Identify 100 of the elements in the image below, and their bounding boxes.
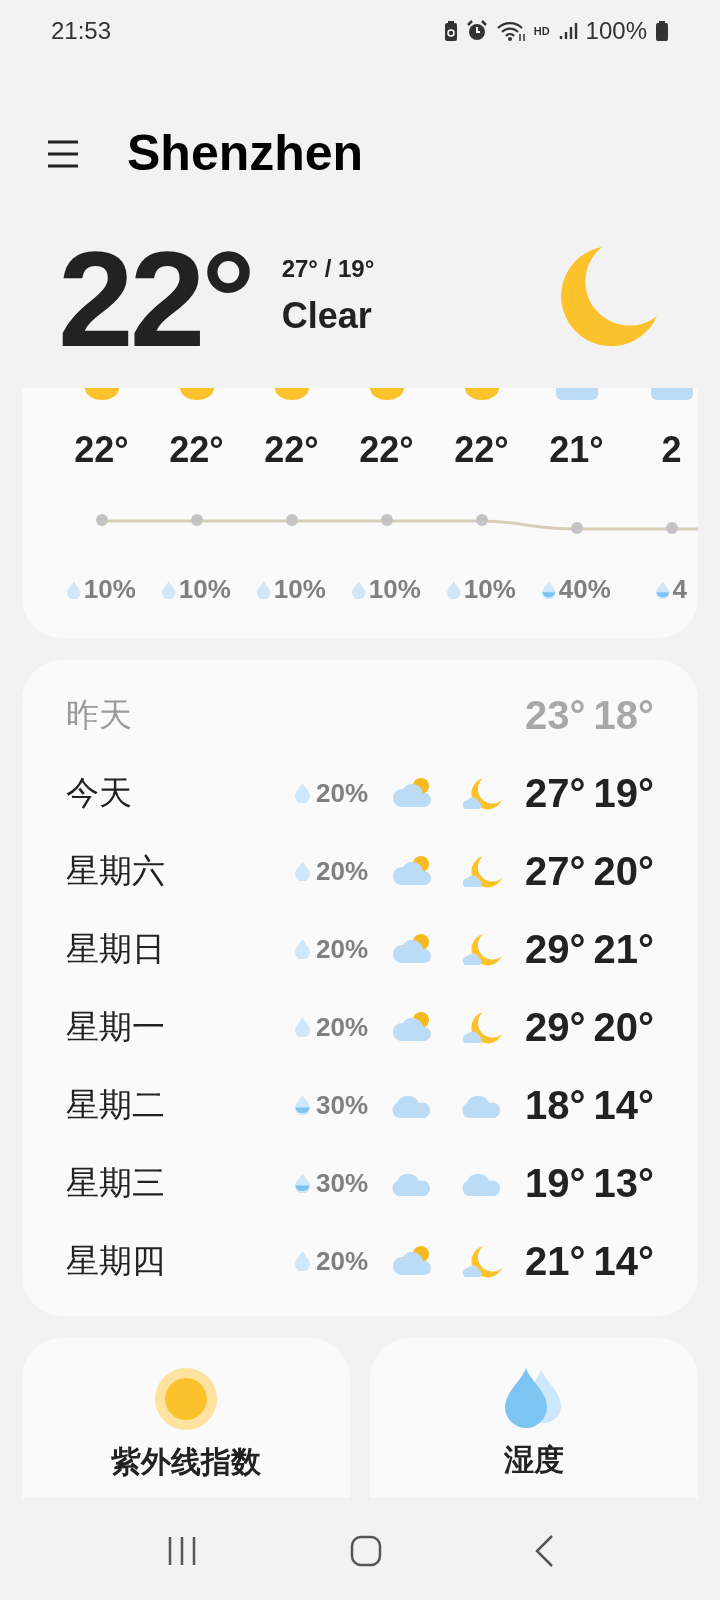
daily-precipitation: 20% [316, 776, 370, 810]
daily-precipitation: 30% [316, 1088, 370, 1122]
daily-precipitation: 30% [316, 1166, 370, 1200]
moon-cloud-icon [461, 932, 503, 966]
daily-precipitation: 20% [316, 854, 370, 888]
high-temperature: 18° [525, 1082, 586, 1129]
hourly-precipitation: 10% [463, 573, 516, 606]
alarm-icon [465, 20, 488, 42]
day-label: 星期二 [66, 1085, 165, 1126]
hourly-temperature: 2 [661, 430, 682, 470]
condition-text: Clear [281, 294, 373, 338]
hourly-temperature: 22° [169, 430, 224, 470]
sun-icon [464, 388, 499, 400]
raindrop-icon [295, 1173, 310, 1193]
temperature-point-icon [475, 514, 488, 526]
menu-icon[interactable] [47, 138, 79, 169]
raindrop-icon [295, 1251, 310, 1271]
detail-label: 紫外线指数 [111, 1444, 261, 1480]
raindrop-icon [295, 939, 310, 959]
signal-icon [557, 21, 578, 41]
temperature-point-icon [570, 522, 583, 534]
day-label: 星期三 [66, 1163, 165, 1204]
high-temperature: 27° [525, 770, 586, 817]
raindrop-icon [295, 861, 310, 881]
sun-icon [274, 388, 309, 400]
high-temperature: 19° [525, 1160, 586, 1207]
high-temperature: 29° [525, 926, 586, 973]
hourly-temperature: 22° [74, 430, 129, 470]
day-label: 今天 [66, 773, 132, 814]
hourly-precipitation: 10% [273, 573, 326, 606]
current-temperature: 22° [58, 237, 252, 362]
hourly-precipitation: 10% [83, 573, 136, 606]
partly-cloudy-icon [391, 855, 433, 887]
detail-card[interactable]: 湿度 [370, 1338, 698, 1498]
hourly-temperature: 22° [264, 430, 319, 470]
low-temperature: 20° [593, 1004, 654, 1051]
day-label: 昨天 [66, 695, 132, 736]
low-temperature: 21° [593, 926, 654, 973]
sun-icon [155, 1368, 217, 1430]
partly-cloudy-icon [391, 777, 433, 809]
low-temperature: 20° [593, 848, 654, 895]
hourly-precipitation: 4 [672, 573, 687, 606]
moon-cloud-icon [461, 1010, 503, 1044]
sun-icon [84, 388, 119, 400]
high-temperature: 27° [525, 848, 586, 895]
moon-cloud-icon [461, 776, 503, 810]
partly-cloudy-icon [391, 1245, 433, 1277]
low-temperature: 14° [593, 1082, 654, 1129]
high-temperature: 23° [525, 692, 586, 739]
raindrop-icon [162, 580, 176, 599]
raindrop-icon [352, 580, 366, 599]
day-label: 星期四 [66, 1241, 165, 1282]
home-icon[interactable] [350, 1535, 382, 1567]
cloud-icon [650, 388, 693, 400]
detail-card[interactable]: 紫外线指数 [22, 1338, 350, 1498]
hourly-temperature: 22° [454, 430, 509, 470]
wifi-icon [495, 20, 526, 42]
raindrop-icon [447, 580, 461, 599]
day-label: 星期日 [66, 929, 165, 970]
high-temperature: 29° [525, 1004, 586, 1051]
cloud-icon [555, 388, 598, 400]
partly-cloudy-icon [391, 933, 433, 965]
day-label: 星期六 [66, 851, 165, 892]
hourly-temperature: 21° [549, 430, 604, 470]
raindrop-icon [295, 783, 310, 803]
temperature-point-icon [190, 514, 203, 526]
low-temperature: 14° [593, 1238, 654, 1285]
high-temperature: 21° [525, 1238, 586, 1285]
raindrop-icon [295, 1095, 310, 1115]
hourly-precipitation: 10% [178, 573, 231, 606]
moon-icon [560, 247, 660, 349]
sun-icon [179, 388, 214, 400]
back-icon[interactable] [534, 1534, 554, 1568]
daily-precipitation: 20% [316, 932, 370, 966]
battery-saver-icon [443, 20, 458, 42]
raindrop-icon [257, 580, 271, 599]
recent-apps-icon[interactable] [166, 1536, 198, 1566]
hourly-precipitation: 40% [558, 573, 611, 606]
raindrop-icon [67, 580, 81, 599]
temperature-point-icon [95, 514, 108, 526]
day-label: 星期一 [66, 1007, 165, 1048]
raindrop-icon [542, 580, 556, 599]
partly-cloudy-icon [391, 1011, 433, 1043]
high-low-temperature: 27° / 19° [281, 254, 375, 284]
low-temperature: 18° [593, 692, 654, 739]
daily-precipitation: 20% [316, 1010, 370, 1044]
moon-cloud-icon [461, 1244, 503, 1278]
city-title: Shenzhen [127, 124, 364, 183]
temperature-point-icon [380, 514, 393, 526]
detail-label: 湿度 [504, 1442, 564, 1478]
low-temperature: 13° [593, 1160, 654, 1207]
daily-precipitation: 20% [316, 1244, 370, 1278]
temperature-point-icon [665, 522, 678, 534]
network-label: HD [533, 23, 550, 39]
raindrop-icon [656, 580, 670, 599]
temperature-point-icon [285, 514, 298, 526]
battery-icon [655, 20, 669, 42]
moon-cloud-icon [461, 854, 503, 888]
status-time: 21:53 [51, 16, 112, 46]
hourly-precipitation: 10% [368, 573, 421, 606]
